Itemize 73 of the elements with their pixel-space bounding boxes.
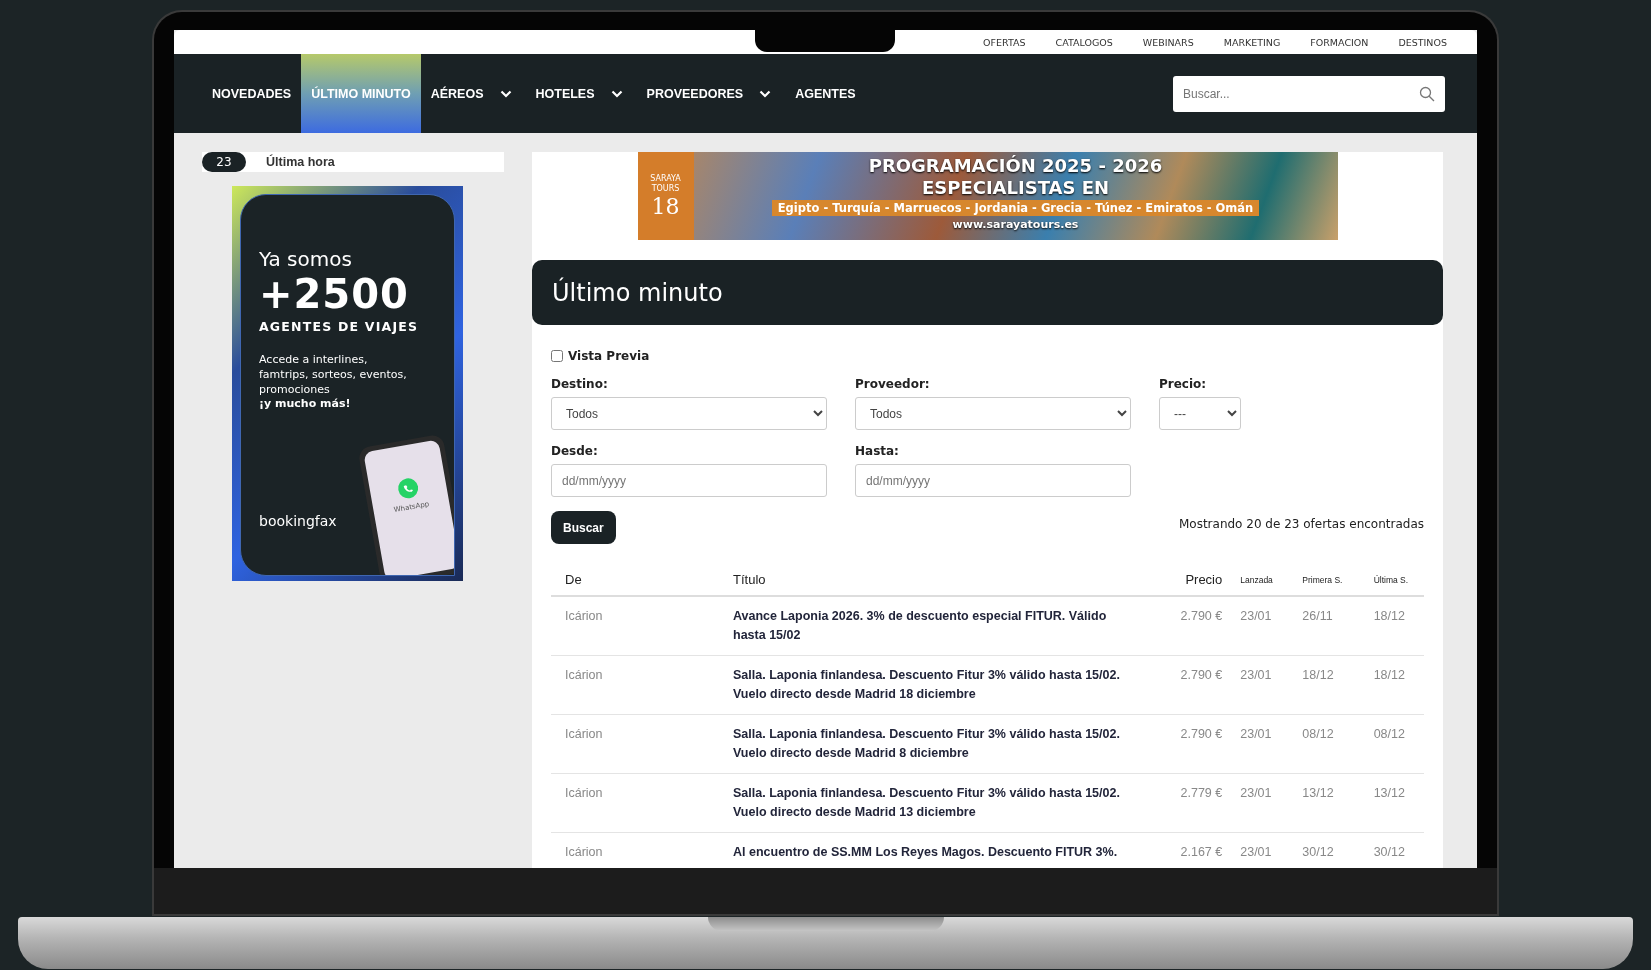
table-cell: Icárion [551, 714, 719, 774]
destinations-strip: Egipto - Turquía - Marruecos - Jordania - Grecia - Túnez - Emiratos - Omán [771, 200, 1260, 216]
table-cell: Icárion [551, 596, 719, 656]
table-cell: 18/12 [1359, 596, 1424, 656]
search-field[interactable]: Buscar... [1173, 75, 1445, 112]
ticker-label: Última hora [266, 155, 335, 169]
ad-number: +2500 [259, 271, 410, 317]
date-field[interactable]: dd/mm/yyyy [551, 464, 827, 497]
column-header: Última S. [1359, 564, 1424, 596]
table-cell: 23/01 [1226, 714, 1289, 774]
column-header: Lanzada [1226, 564, 1289, 596]
table-cell: 23/01 [1226, 596, 1289, 656]
logo-number: 18 [651, 193, 680, 219]
field-label: Desde: [551, 444, 599, 458]
dropdown[interactable]: --- [1159, 397, 1241, 430]
nav-item[interactable]: PROVEEDORES [636, 54, 754, 133]
nav-link[interactable]: DESTINOS [1398, 36, 1447, 48]
table-cell: 08/12 [1288, 714, 1360, 774]
search-button[interactable]: Buscar [551, 511, 616, 544]
table-cell: 18/12 [1359, 655, 1424, 715]
offer-link[interactable]: Salla. Laponia finlandesa. Descuento Fitur 3% válido hasta 15/02. Vuelo directo desde Madrid 13 diciembre [719, 773, 1153, 833]
nav-link[interactable]: CATALOGOS [1055, 36, 1113, 48]
ad-subtitle: AGENTES DE VIAJES [259, 319, 420, 334]
logo-text: SARAYA TOURS [649, 173, 682, 194]
nav-item[interactable]: AÉREOS [420, 54, 494, 133]
nav-item[interactable]: HOTELES [525, 54, 605, 133]
dropdown[interactable]: Todos [551, 397, 827, 430]
field-label: Precio: [1159, 377, 1208, 391]
banner-url: www.sarayatours.es [952, 218, 1079, 231]
field-label: Hasta: [855, 444, 900, 458]
table-cell: 18/12 [1288, 655, 1360, 715]
banner-heading: PROGRAMACIÓN 2025 - 2026 [868, 155, 1163, 177]
search-icon [1419, 85, 1435, 102]
ad-text: Accede a interlines, famtrips, sorteos, eventos, promociones [259, 352, 408, 397]
field-label: Proveedor: [855, 377, 931, 391]
ad-text: Ya somos [259, 247, 353, 271]
nav-link[interactable]: OFERTAS [983, 36, 1026, 48]
table-cell: 2.790 € [1153, 655, 1227, 715]
nav-link[interactable]: FORMACION [1310, 36, 1369, 48]
checkbox[interactable] [551, 350, 563, 362]
table-cell: 26/11 [1288, 596, 1360, 656]
table-cell: 23/01 [1226, 773, 1289, 833]
dropdown[interactable]: Todos [855, 397, 1131, 430]
offer-link[interactable]: Salla. Laponia finlandesa. Descuento Fitur 3% válido hasta 15/02. Vuelo directo desde Madrid 18 diciembre [719, 655, 1153, 715]
nav-link[interactable]: WEBINARS [1142, 36, 1194, 48]
nav-item[interactable]: NOVEDADES [202, 54, 302, 133]
table-cell: 2.779 € [1153, 773, 1227, 833]
column-header: Título [719, 564, 1153, 596]
table-cell: 23/01 [1226, 655, 1289, 715]
page-title: Último minuto [552, 278, 723, 307]
offer-link[interactable]: Avance Laponia 2026. 3% de descuento especial FITUR. Válido hasta 15/02 [719, 596, 1153, 656]
offer-link[interactable]: Salla. Laponia finlandesa. Descuento Fitur 3% válido hasta 15/02. Vuelo directo desde Madrid 8 diciembre [719, 714, 1153, 774]
table-cell: 08/12 [1359, 714, 1424, 774]
table-cell: Icárion [551, 655, 719, 715]
table-cell: Icárion [551, 773, 719, 833]
nav-item[interactable]: AGENTES [785, 54, 866, 133]
brand-logo: bookingfax [259, 513, 337, 529]
checkbox-label: Vista Previa [568, 349, 650, 363]
date-field[interactable]: dd/mm/yyyy [855, 464, 1131, 497]
table-cell: 13/12 [1359, 773, 1424, 833]
table-cell: 13/12 [1288, 773, 1360, 833]
results-count: Mostrando 20 de 23 ofertas encontradas [1178, 517, 1424, 531]
table-cell: 2.790 € [1153, 714, 1227, 774]
column-header: Primera S. [1288, 564, 1360, 596]
count-badge: 23 [202, 152, 246, 172]
field-label: Destino: [551, 377, 609, 391]
ad-text: ¡y mucho más! [259, 397, 352, 410]
nav-link[interactable]: MARKETING [1223, 36, 1281, 48]
ad-banner[interactable]: SARAYA TOURS 18 PROGRAMACIÓN 2025 - 2026 ESPECIALISTAS EN Egipto - Turquía - Marruecos - Jordania - Grecia - Túnez - Emiratos - Omán www.sarayatours.es [637, 152, 1338, 240]
column-header: Precio [1153, 564, 1227, 596]
banner-heading: ESPECIALISTAS EN [921, 177, 1110, 199]
column-header: De [551, 564, 719, 596]
table-cell: 2.790 € [1153, 596, 1227, 656]
